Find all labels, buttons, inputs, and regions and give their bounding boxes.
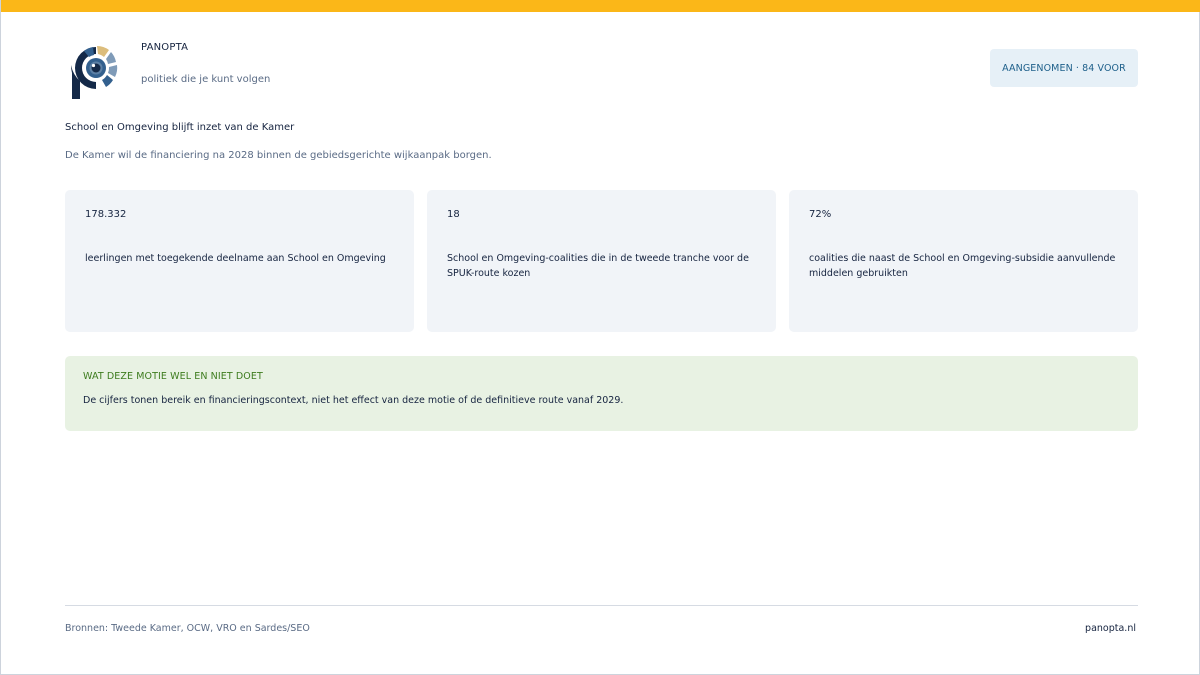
footer-divider bbox=[65, 605, 1138, 606]
logo-ring-segment bbox=[102, 75, 113, 87]
logo-ring-segment bbox=[108, 65, 118, 77]
logo-ring-segment bbox=[97, 46, 109, 57]
page-subtitle: De Kamer wil de financiering na 2028 bin… bbox=[65, 150, 492, 161]
brand-tagline: politiek die je kunt volgen bbox=[141, 74, 271, 85]
stat-label: School en Omgeving-coalities die in de t… bbox=[447, 253, 749, 279]
stat-value: 178.332 bbox=[85, 209, 127, 220]
stat-value: 18 bbox=[447, 209, 460, 220]
sources-text: Bronnen: Tweede Kamer, OCW, VRO en Sarde… bbox=[65, 623, 310, 634]
note-title: WAT DEZE MOTIE WEL EN NIET DOET bbox=[83, 371, 263, 382]
logo-ring-segment bbox=[106, 52, 116, 64]
logo-highlight bbox=[91, 63, 96, 68]
motion-scope-note: WAT DEZE MOTIE WEL EN NIET DOET De cijfe… bbox=[65, 356, 1138, 431]
page-frame: PANOPTA politiek die je kunt volgen AANG… bbox=[0, 0, 1200, 675]
site-link[interactable]: panopta.nl bbox=[1085, 623, 1136, 634]
stat-card-coalitions: 18 School en Omgeving-coalities die in d… bbox=[427, 190, 776, 332]
stat-label: coalities die naast de School en Omgevin… bbox=[809, 253, 1116, 279]
status-badge: AANGENOMEN · 84 VOOR bbox=[990, 49, 1138, 87]
stat-card-extra-funding: 72% coalities die naast de School en Omg… bbox=[789, 190, 1138, 332]
stat-card-pupils: 178.332 leerlingen met toegekende deelna… bbox=[65, 190, 414, 332]
stat-cards: 178.332 leerlingen met toegekende deelna… bbox=[65, 190, 1138, 332]
panopta-eye-logo-icon bbox=[71, 46, 118, 99]
stat-label: leerlingen met toegekende deelname aan S… bbox=[85, 253, 386, 264]
note-text: De cijfers tonen bereik en financierings… bbox=[83, 395, 624, 406]
brand-name: PANOPTA bbox=[141, 42, 189, 53]
accent-top-bar bbox=[1, 0, 1200, 12]
stat-value: 72% bbox=[809, 209, 832, 220]
page-title: School en Omgeving blijft inzet van de K… bbox=[65, 122, 295, 133]
